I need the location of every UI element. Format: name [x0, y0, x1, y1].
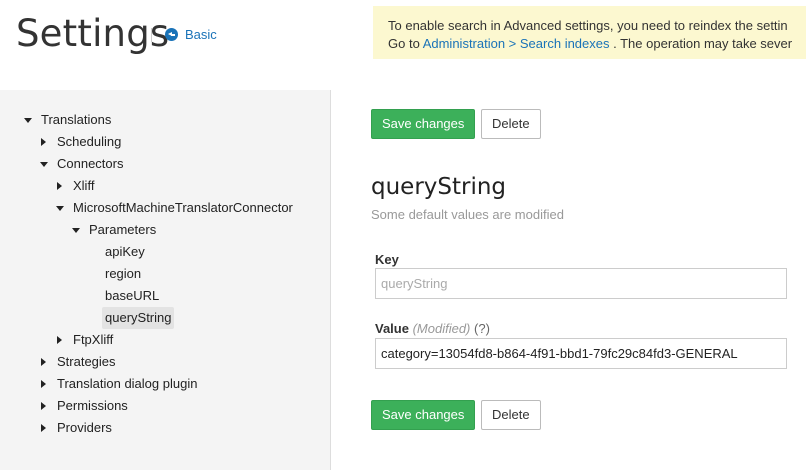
- notice-line-1: To enable search in Advanced settings, y…: [388, 18, 788, 33]
- collapsed-arrow-icon: [41, 380, 46, 388]
- expanded-arrow-icon: [40, 162, 48, 167]
- collapsed-arrow-icon: [41, 138, 46, 146]
- setting-subtitle: Some default values are modified: [371, 207, 564, 222]
- value-label-text: Value: [375, 321, 409, 336]
- notice-prefix: Go to: [388, 36, 420, 51]
- basic-link-label: Basic: [185, 27, 217, 42]
- collapsed-arrow-icon: [41, 424, 46, 432]
- title-divider: [151, 28, 152, 42]
- search-indexes-link[interactable]: Administration > Search indexes: [423, 36, 610, 51]
- settings-tree: Translations Scheduling Connectors Xliff…: [0, 90, 331, 470]
- delete-button-top[interactable]: Delete: [481, 109, 541, 139]
- page-title: Settings: [16, 12, 170, 55]
- page-header: Settings Basic To enable search in Advan…: [0, 0, 806, 90]
- arrow-left-circle-icon: [165, 28, 178, 41]
- expanded-arrow-icon: [24, 118, 32, 123]
- save-button-top[interactable]: Save changes: [371, 109, 476, 139]
- basic-mode-link[interactable]: Basic: [165, 27, 217, 42]
- save-button-bottom[interactable]: Save changes: [371, 400, 476, 430]
- collapsed-arrow-icon: [41, 402, 46, 410]
- help-tooltip[interactable]: (?): [474, 321, 490, 336]
- settings-editor: Save changes Delete queryString Some def…: [332, 90, 806, 470]
- key-input[interactable]: [375, 268, 787, 299]
- collapsed-arrow-icon: [41, 358, 46, 366]
- expanded-arrow-icon: [72, 228, 80, 233]
- key-label: Key: [375, 252, 399, 267]
- value-input[interactable]: [375, 338, 787, 369]
- notice-suffix: . The operation may take sever: [613, 36, 793, 51]
- value-label: Value (Modified) (?): [375, 321, 490, 336]
- reindex-notice: To enable search in Advanced settings, y…: [373, 6, 806, 59]
- notice-line-2: Go to Administration > Search indexes . …: [388, 35, 806, 53]
- expanded-arrow-icon: [56, 206, 64, 211]
- modified-indicator: (Modified): [412, 321, 471, 336]
- collapsed-arrow-icon: [57, 336, 62, 344]
- delete-button-bottom[interactable]: Delete: [481, 400, 541, 430]
- setting-title: queryString: [371, 174, 507, 200]
- collapsed-arrow-icon: [57, 182, 62, 190]
